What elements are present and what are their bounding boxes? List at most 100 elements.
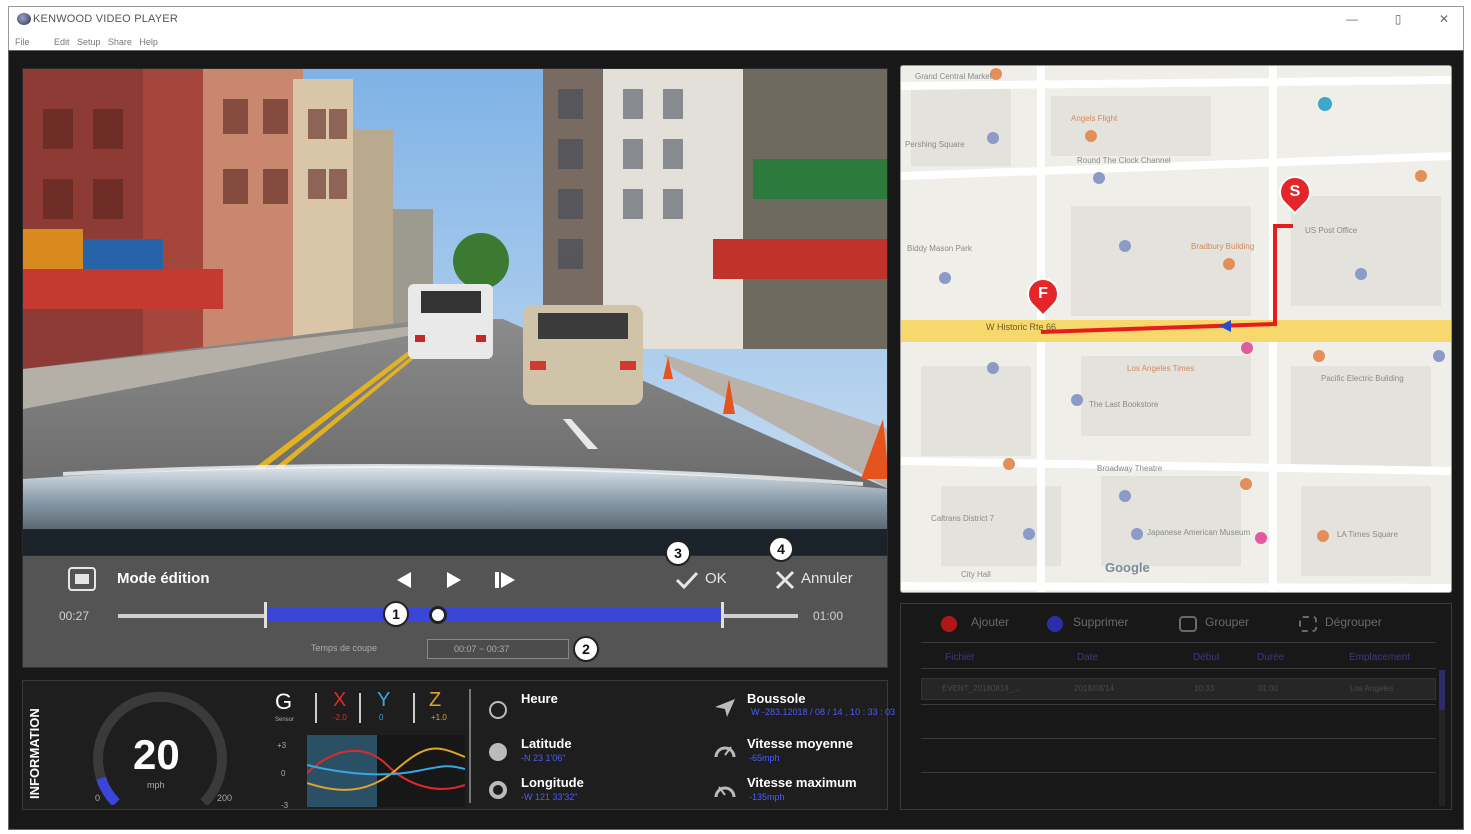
trim-start-handle[interactable] (264, 602, 267, 628)
speed-value: 20 (133, 731, 180, 778)
ok-label: OK (705, 570, 727, 587)
map-label: Pacific Electric Building (1321, 374, 1404, 383)
finish-marker-label: F (1038, 285, 1048, 302)
dashcam-video-frame (23, 69, 887, 555)
map-label: Round The Clock Channel (1077, 156, 1171, 165)
start-marker-label: S (1289, 183, 1301, 200)
average-speed-icon (714, 746, 736, 758)
average-speed-label: Vitesse moyenne (747, 736, 853, 751)
clock-icon (489, 701, 507, 719)
edit-toolbar: Mode édition OK Annuler 00:27 01:00 Temp… (22, 556, 888, 668)
menu-bar: File Edit Setup Share Help (8, 32, 1464, 50)
longitude-label: Longitude (521, 775, 584, 790)
playhead-handle[interactable] (429, 606, 447, 624)
divider (921, 642, 1436, 643)
minimize-button[interactable]: — (1339, 9, 1365, 29)
callout-4: 4 (768, 536, 794, 562)
gsensor-axis-top: +3 (277, 741, 287, 750)
section-divider (469, 689, 471, 803)
gsensor-z-label: Z (429, 689, 442, 711)
map-label: Los Angeles Times (1127, 364, 1195, 373)
map-label: LA Times Square (1337, 530, 1398, 539)
clip-range-value: 00:07 ~ 00:37 (454, 644, 510, 654)
column-header[interactable]: Emplacement (1349, 652, 1410, 663)
callout-3: 3 (665, 540, 691, 566)
map-label: Biddy Mason Park (907, 244, 972, 253)
table-cell: 10:33 (1194, 684, 1215, 693)
compass-icon (715, 699, 735, 717)
map-brand-logo: Google (1105, 560, 1150, 575)
group-label: Grouper (1205, 615, 1250, 629)
speed-max: 200 (217, 793, 233, 803)
information-panel: INFORMATION 20 mph 0 200 G Sensor X -2.0… (22, 680, 895, 810)
window-title: KENWOOD VIDEO PLAYER (33, 13, 178, 25)
clip-range-field[interactable]: 00:07 ~ 00:37 (427, 639, 569, 659)
edit-mode-label: Mode édition (117, 570, 210, 587)
gsensor-label: G (275, 689, 293, 714)
event-list-panel: Ajouter Supprimer Grouper Dégrouper Fich… (900, 603, 1452, 810)
table-cell: 01:00 (1258, 684, 1279, 693)
map-label: Broadway Theatre (1097, 464, 1163, 473)
average-speed-value: -65mph (749, 753, 780, 763)
divider (921, 772, 1436, 773)
menu-edit[interactable]: Edit (54, 33, 70, 51)
column-header[interactable]: Début (1193, 652, 1220, 663)
column-header[interactable]: Fichier (945, 652, 975, 663)
restore-button[interactable]: ▯ (1385, 9, 1411, 29)
column-header[interactable]: Date (1077, 652, 1098, 663)
video-view[interactable] (22, 68, 888, 556)
delete-icon (1047, 616, 1063, 632)
list-scrollbar[interactable] (1439, 670, 1445, 806)
table-cell: Los Angeles (1350, 684, 1394, 693)
menu-file[interactable]: File (15, 33, 30, 51)
trim-end-handle[interactable] (721, 602, 724, 628)
gps-map[interactable]: W Historic Rte 66 Grand Central Market P… (900, 65, 1452, 593)
compass-label: Boussole (747, 691, 806, 706)
menu-setup[interactable]: Setup (77, 33, 101, 51)
max-speed-value: -135mph (749, 792, 785, 802)
menu-help[interactable]: Help (139, 33, 158, 51)
divider (921, 668, 1436, 669)
list-scrollbar-thumb[interactable] (1439, 670, 1445, 710)
group-icon (1179, 616, 1197, 632)
map-label: City Hall (961, 570, 991, 579)
gsensor-graph (307, 735, 465, 807)
gsensor-z-value: +1.0 (431, 713, 447, 722)
previous-frame-button[interactable] (393, 570, 415, 590)
time-end: 01:00 (813, 609, 844, 623)
map-label: Angels Flight (1071, 114, 1118, 123)
max-speed-icon (714, 786, 736, 798)
table-cell: 2018/08/14 (1074, 684, 1115, 693)
column-header[interactable]: Durée (1257, 652, 1284, 663)
delete-label: Supprimer (1073, 615, 1129, 629)
map-label: US Post Office (1305, 226, 1358, 235)
information-title: INFORMATION (27, 708, 42, 799)
divider (921, 704, 1436, 705)
divider (413, 693, 415, 723)
callout-1: 1 (383, 601, 409, 627)
gsensor-axis-mid: 0 (281, 769, 286, 778)
map-label: Japanese American Museum (1147, 528, 1251, 537)
close-icon (775, 570, 795, 590)
map-label: The Last Bookstore (1089, 400, 1159, 409)
callout-2: 2 (573, 636, 599, 662)
latitude-value: -N 23 1'06" (521, 753, 566, 763)
divider (921, 738, 1436, 739)
edit-mode-icon (68, 567, 96, 591)
clip-range-label: Temps de coupe (311, 643, 378, 653)
gsensor-axis-bottom: -3 (281, 801, 289, 810)
ungroup-label: Dégrouper (1325, 615, 1382, 629)
play-button[interactable] (443, 570, 465, 590)
gsensor-sublabel: Sensor (275, 717, 295, 723)
close-button[interactable]: ✕ (1431, 9, 1457, 29)
app-logo-icon (17, 13, 31, 25)
gsensor-x-value: -2.0 (333, 713, 347, 722)
gsensor-y-label: Y (377, 689, 391, 711)
menu-share[interactable]: Share (108, 33, 132, 51)
time-start: 00:27 (59, 609, 90, 623)
globe-icon (489, 743, 507, 761)
latitude-label: Latitude (521, 736, 572, 751)
next-frame-button[interactable] (493, 570, 517, 590)
table-row[interactable]: EVENT_20180814_... 2018/08/14 10:33 01:0… (921, 678, 1436, 700)
add-icon (941, 616, 957, 632)
